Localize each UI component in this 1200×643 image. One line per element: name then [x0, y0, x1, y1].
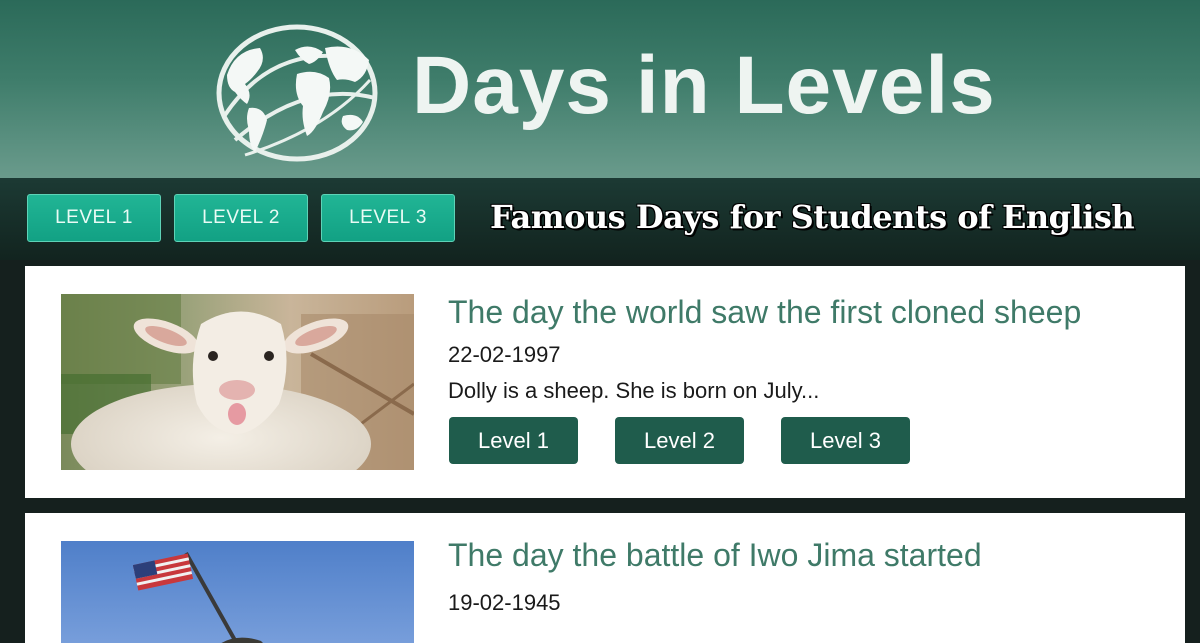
article-date: 22-02-1997 [448, 342, 561, 367]
globe-icon [216, 24, 378, 162]
article-excerpt: Dolly is a sheep. She is born on July... [448, 378, 820, 403]
article-title[interactable]: The day the battle of Iwo Jima started [448, 535, 982, 575]
level-navbar: LEVEL 1 LEVEL 2 LEVEL 3 Famous Days for … [0, 178, 1200, 260]
article-date: 19-02-1945 [448, 590, 561, 615]
site-header: Days in Levels [0, 0, 1200, 178]
article-level-1-button[interactable]: Level 1 [449, 417, 578, 464]
nav-level-3-button[interactable]: LEVEL 3 [321, 194, 455, 242]
article-card: The day the world saw the first cloned s… [25, 266, 1185, 498]
article-level-2-button[interactable]: Level 2 [615, 417, 744, 464]
article-title[interactable]: The day the world saw the first cloned s… [448, 292, 1081, 332]
site-title[interactable]: Days in Levels [412, 36, 996, 136]
sheep-photo[interactable] [61, 294, 414, 470]
article-card: The day the battle of Iwo Jima started 1… [25, 513, 1185, 643]
nav-level-2-button[interactable]: LEVEL 2 [174, 194, 308, 242]
article-level-3-button[interactable]: Level 3 [781, 417, 910, 464]
nav-level-1-button[interactable]: LEVEL 1 [27, 194, 161, 242]
site-tagline: Famous Days for Students of English [490, 198, 1135, 236]
